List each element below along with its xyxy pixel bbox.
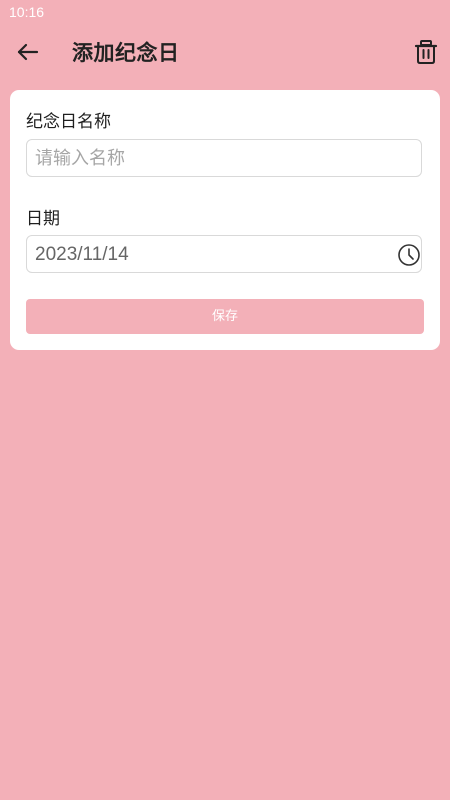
date-field[interactable]: 2023/11/14 xyxy=(26,235,422,273)
arrow-left-icon xyxy=(17,43,39,61)
date-label: 日期 xyxy=(26,209,60,229)
page-title: 添加纪念日 xyxy=(72,41,180,65)
name-field[interactable] xyxy=(26,139,422,177)
name-input[interactable] xyxy=(35,140,375,176)
date-picker-button[interactable] xyxy=(397,243,421,267)
clock-icon xyxy=(398,244,420,266)
save-button[interactable]: 保存 xyxy=(26,299,424,334)
date-value: 2023/11/14 xyxy=(35,244,129,265)
screen: 10:16 添加纪念日 纪念日名称 日期 2023/11/14 xyxy=(0,0,450,800)
status-time: 10:16 xyxy=(9,4,45,20)
app-bar: 添加纪念日 xyxy=(0,26,450,78)
name-label: 纪念日名称 xyxy=(26,112,111,132)
form-card: 纪念日名称 日期 2023/11/14 保存 xyxy=(10,90,440,350)
back-button[interactable] xyxy=(12,38,44,66)
trash-icon xyxy=(414,40,438,64)
delete-button[interactable] xyxy=(412,38,440,66)
status-bar: 10:16 xyxy=(0,0,450,26)
